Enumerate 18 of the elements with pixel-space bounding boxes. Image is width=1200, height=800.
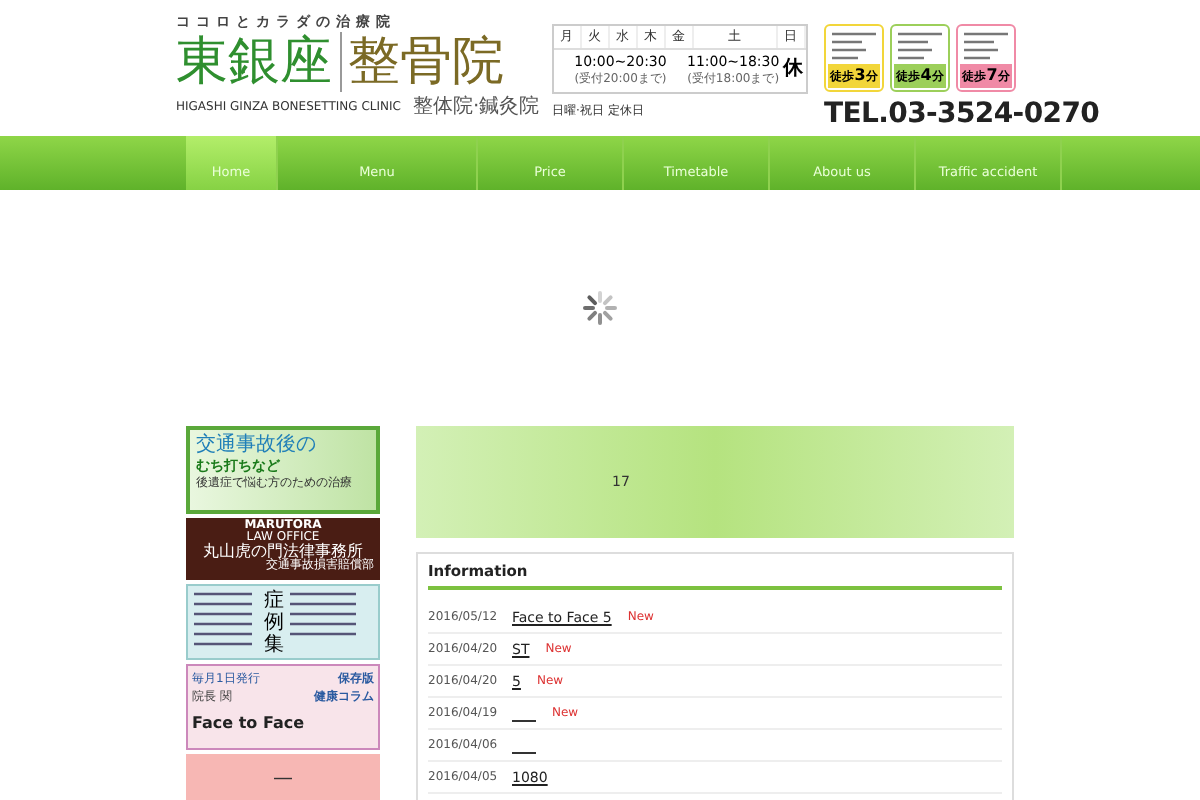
walk-minutes: 3 — [854, 66, 866, 84]
logo-subtitle: 整体院·鍼灸院 — [412, 93, 540, 120]
walk-minutes: 4 — [920, 66, 932, 84]
loading-spinner-icon — [582, 290, 618, 326]
banner-heading: 丸山虎の門法律事務所 — [203, 544, 363, 560]
station-info-drawing — [896, 30, 944, 62]
banner-heading: Face to Face — [192, 714, 305, 732]
closed-text: 休 — [782, 55, 803, 82]
banner-heading: 交通事故後の — [196, 434, 318, 458]
station-info-drawing — [962, 30, 1010, 62]
phone-number: TEL.03-3524-0270 — [824, 98, 1100, 130]
blank-banner[interactable]: — — [186, 754, 380, 800]
logo-clinic-type: 整骨院 — [340, 32, 504, 92]
station-info-drawing — [830, 30, 878, 62]
case-studies-banner[interactable]: 症例集 — [186, 584, 380, 660]
walk-minutes: 7 — [986, 66, 998, 84]
logo-name: 東銀座 — [176, 32, 332, 92]
banner-heading: 症例集 — [264, 589, 284, 655]
